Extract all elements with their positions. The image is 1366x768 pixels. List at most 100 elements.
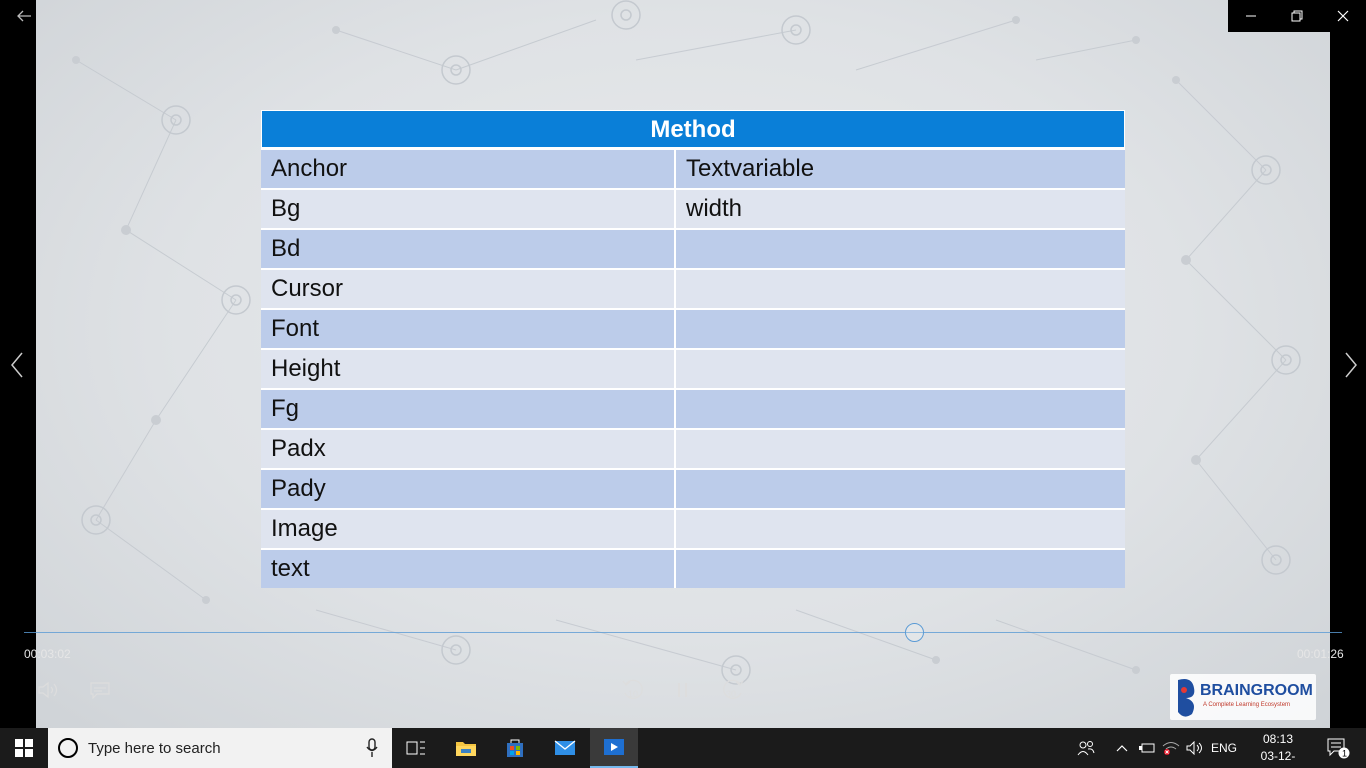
elapsed-time: 00:03:02 [24,647,71,661]
media-player-window: Method Anchor Textvariable Bg width Bd C… [0,0,1366,768]
task-view-button[interactable] [392,728,440,768]
seek-bar[interactable] [24,632,1342,633]
close-button[interactable] [1320,0,1366,32]
table-cell: Height [261,350,676,388]
clock-date: 03-12-2022 [1260,749,1296,768]
video-frame[interactable]: Method Anchor Textvariable Bg width Bd C… [36,0,1330,728]
brand-name: BRAINGROOM [1200,682,1313,699]
table-cell: Anchor [261,150,676,188]
minimize-icon [1246,15,1256,17]
back-button[interactable] [0,0,48,32]
notification-count: 1 [1342,749,1347,759]
battery-button[interactable] [1136,728,1158,768]
pause-icon [678,683,687,697]
taskbar-clock[interactable]: 08:13 03-12-2022 [1250,731,1306,768]
table-row: text [261,548,1125,588]
table-row: Pady [261,468,1125,508]
restore-icon [1291,10,1303,22]
table-header: Method [261,110,1125,148]
table-cell: Font [261,310,676,348]
file-explorer-button[interactable] [442,728,490,768]
restore-button[interactable] [1274,0,1320,32]
captions-icon [90,682,110,699]
table-row: Font [261,308,1125,348]
back-arrow-icon [17,10,31,22]
movies-tv-icon [604,739,624,755]
table-row: Fg [261,388,1125,428]
mail-icon [554,740,576,755]
table-row: Anchor Textvariable [261,148,1125,188]
battery-icon [1139,743,1155,753]
rewind-icon: 10 [622,679,643,699]
store-icon [507,739,523,757]
folder-icon [456,742,476,756]
table-cell: Padx [261,430,676,468]
table-row: Bd [261,228,1125,268]
braingroom-logo: BRAINGROOM A Complete Learning Ecosystem [1170,674,1316,720]
taskbar-search-box[interactable]: Type here to search [48,728,392,768]
minimize-button[interactable] [1228,0,1274,32]
volume-icon [38,681,58,699]
forward-button[interactable]: 30 [720,678,746,702]
people-button[interactable] [1074,728,1098,768]
movies-tv-button[interactable] [590,728,638,768]
table-cell [676,550,1125,588]
table-cell [676,230,1125,268]
table-cell: text [261,550,676,588]
forward-seconds: 30 [726,689,736,699]
rewind-button[interactable]: 10 [620,678,646,702]
table-cell: Bg [261,190,676,228]
microphone-icon[interactable] [366,738,378,758]
table-cell: Pady [261,470,676,508]
show-hidden-icons-button[interactable] [1112,728,1132,768]
chevron-left-icon [11,352,23,378]
table-row: Cursor [261,268,1125,308]
table-cell [676,310,1125,348]
remaining-time: 00:01:26 [1297,647,1344,661]
chevron-up-icon [1116,745,1128,752]
speaker-icon [1186,741,1202,755]
forward-icon: 30 [723,679,744,699]
search-placeholder: Type here to search [88,740,221,757]
previous-button[interactable] [2,345,32,385]
wifi-disconnected-icon [1162,742,1180,755]
table-row: Image [261,508,1125,548]
method-table: Method Anchor Textvariable Bg width Bd C… [261,110,1125,588]
pause-button[interactable] [674,678,692,702]
table-row: Height [261,348,1125,388]
table-cell: Bd [261,230,676,268]
table-row: Bg width [261,188,1125,228]
table-cell [676,390,1125,428]
clock-time: 08:13 [1262,732,1294,746]
seek-thumb[interactable] [904,623,924,642]
table-cell: Textvariable [686,155,815,182]
task-view-icon [406,741,425,755]
table-cell: width [686,195,743,222]
windows-taskbar: Type here to search ENG 08:13 03-12- 1 [0,728,1366,768]
table-cell [676,270,1125,308]
table-cell: Fg [261,390,676,428]
captions-button[interactable] [88,678,112,702]
close-icon [1337,10,1349,22]
table-cell [676,510,1125,548]
next-button[interactable] [1336,345,1366,385]
people-icon [1077,741,1095,756]
table-cell: Image [261,510,676,548]
mail-button[interactable] [541,728,589,768]
language-indicator[interactable]: ENG [1208,728,1240,768]
store-button[interactable] [491,728,539,768]
volume-tray-button[interactable] [1184,728,1206,768]
cortana-icon [58,738,78,758]
network-button[interactable] [1160,728,1182,768]
brand-tagline: A Complete Learning Ecosystem [1203,702,1291,708]
rewind-seconds: 10 [628,689,638,699]
volume-button[interactable] [36,678,62,702]
brain-logo-icon [1178,679,1195,717]
start-button[interactable] [0,728,48,768]
action-center-button[interactable]: 1 [1318,728,1358,768]
windows-logo-icon [15,739,33,757]
table-cell [676,470,1125,508]
window-controls [1228,0,1366,32]
table-row: Padx [261,428,1125,468]
notifications-icon: 1 [1327,738,1350,759]
